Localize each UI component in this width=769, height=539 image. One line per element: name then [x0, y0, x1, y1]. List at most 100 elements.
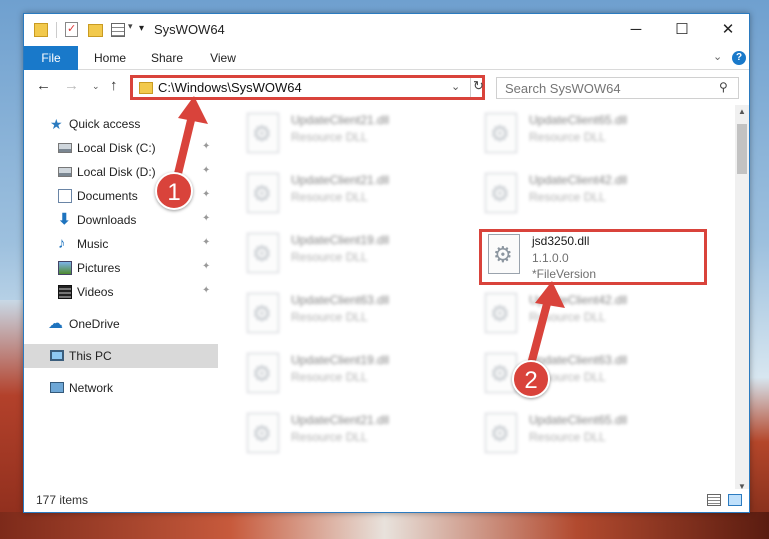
file-list: ⚙ UpdateClient21.dll Resource DLL ⚙ Upda…: [219, 105, 735, 495]
forward-button[interactable]: →: [64, 77, 79, 94]
tab-share[interactable]: Share: [142, 46, 192, 70]
file-tile[interactable]: ⚙ UpdateClient42.dll Resource DLL: [479, 171, 709, 223]
maximize-button[interactable]: ☐: [659, 14, 705, 46]
file-type: Resource DLL: [529, 430, 606, 444]
customize-toolbar-icon[interactable]: ▾: [139, 23, 144, 39]
minimize-button[interactable]: ─: [613, 14, 659, 46]
sidebar-item-label: Music: [77, 237, 109, 251]
view-options-icon[interactable]: [111, 23, 125, 37]
sidebar-item-local-disk-c[interactable]: Local Disk (C:) ✦: [24, 136, 218, 160]
pin-icon[interactable]: ✦: [202, 237, 210, 248]
large-icons-view-icon[interactable]: [728, 494, 742, 506]
search-input[interactable]: [505, 81, 705, 96]
gear-icon: ⚙: [490, 361, 510, 386]
file-tile[interactable]: ⚙ UpdateClient63.dll Resource DLL: [241, 291, 471, 343]
file-tile[interactable]: ⚙ UpdateClient21.dll Resource DLL: [241, 411, 471, 463]
file-tile[interactable]: ⚙ UpdateClient21.dll Resource DLL: [241, 171, 471, 223]
file-name: UpdateClient21.dll: [291, 113, 390, 127]
dll-file-icon: ⚙: [247, 233, 279, 273]
file-tile[interactable]: ⚙ UpdateClient19.dll Resource DLL: [241, 231, 471, 283]
gear-icon: ⚙: [490, 421, 510, 446]
file-type: Resource DLL: [291, 190, 368, 204]
file-name: UpdateClient65.dll: [529, 413, 628, 427]
dll-file-icon: ⚙: [488, 234, 520, 274]
sidebar-item-label: Downloads: [77, 213, 137, 227]
file-type: Resource DLL: [291, 130, 368, 144]
tab-file[interactable]: File: [24, 46, 78, 70]
sidebar-item-label: Quick access: [69, 117, 141, 131]
network-icon: [50, 382, 64, 393]
back-button[interactable]: ←: [36, 77, 51, 94]
pin-icon[interactable]: ✦: [202, 213, 210, 224]
address-bar[interactable]: C:\Windows\SysWOW64 ⌄ ↻: [130, 75, 485, 100]
sidebar-item-downloads[interactable]: ⬇ Downloads ✦: [24, 208, 218, 232]
title-bar: ▾ ▾ SysWOW64 ─ ☐ ✕: [24, 14, 749, 46]
dll-file-icon: ⚙: [485, 293, 517, 333]
view-options-dropdown-icon[interactable]: ▾: [128, 21, 133, 37]
expand-ribbon-icon[interactable]: ⌄: [713, 50, 722, 63]
dll-file-icon: ⚙: [247, 173, 279, 213]
file-name: UpdateClient19.dll: [291, 353, 390, 367]
computer-icon: [50, 350, 64, 361]
up-button[interactable]: ↑: [110, 77, 118, 94]
step-1-badge: 1: [155, 172, 193, 210]
refresh-icon[interactable]: ↻: [470, 78, 484, 97]
sidebar-item-this-pc[interactable]: This PC: [24, 344, 218, 368]
file-type: Resource DLL: [529, 310, 606, 324]
dll-file-icon: ⚙: [485, 413, 517, 453]
properties-icon[interactable]: [65, 22, 78, 37]
address-dropdown-icon[interactable]: ⌄: [451, 80, 460, 93]
sidebar-item-music[interactable]: ♪ Music ✦: [24, 232, 218, 256]
close-button[interactable]: ✕: [705, 14, 751, 46]
folder-icon: [34, 23, 48, 37]
pin-icon[interactable]: ✦: [202, 189, 210, 200]
file-tile[interactable]: ⚙ UpdateClient42.dll Resource DLL: [479, 291, 709, 343]
file-tile-jsd3250-dll[interactable]: ⚙ jsd3250.dll 1.1.0.0 *FileVersion: [479, 229, 707, 285]
details-view-icon[interactable]: [707, 494, 721, 506]
sidebar-item-quick-access[interactable]: ★ Quick access: [24, 112, 218, 136]
new-folder-icon[interactable]: [88, 24, 103, 37]
sidebar-item-pictures[interactable]: Pictures ✦: [24, 256, 218, 280]
pin-icon[interactable]: ✦: [202, 261, 210, 272]
pin-icon[interactable]: ✦: [202, 141, 210, 152]
recent-locations-button[interactable]: ⌄: [92, 81, 100, 92]
dll-file-icon: ⚙: [247, 413, 279, 453]
disk-icon: [58, 143, 72, 153]
file-tile[interactable]: ⚙ UpdateClient19.dll Resource DLL: [241, 351, 471, 403]
gear-icon: ⚙: [490, 301, 510, 326]
address-path[interactable]: C:\Windows\SysWOW64: [158, 80, 302, 95]
file-explorer-window: ▾ ▾ SysWOW64 ─ ☐ ✕ File Home Share View …: [23, 13, 750, 513]
gear-icon: ⚙: [252, 241, 272, 266]
search-box[interactable]: ⚲: [496, 77, 739, 99]
gear-icon: ⚙: [252, 361, 272, 386]
sidebar-item-label: Local Disk (C:): [77, 141, 156, 155]
file-description: *FileVersion: [532, 267, 597, 281]
item-count: 177 items: [36, 493, 89, 507]
file-name: UpdateClient42.dll: [529, 173, 628, 187]
sidebar-item-onedrive[interactable]: ☁ OneDrive: [24, 312, 218, 336]
tab-view[interactable]: View: [199, 46, 247, 70]
dll-file-icon: ⚙: [485, 113, 517, 153]
sidebar-item-label: Pictures: [77, 261, 121, 275]
file-tile[interactable]: ⚙ UpdateClient21.dll Resource DLL: [241, 111, 471, 163]
sidebar-item-videos[interactable]: Videos ✦: [24, 280, 218, 304]
file-version: 1.1.0.0: [532, 251, 569, 265]
sidebar-item-label: Videos: [77, 285, 114, 299]
sidebar-item-label: Local Disk (D:): [77, 165, 156, 179]
scroll-up-icon[interactable]: ▲: [738, 107, 746, 116]
file-tile[interactable]: ⚙ UpdateClient65.dll Resource DLL: [479, 111, 709, 163]
vertical-scrollbar[interactable]: ▲ ▼: [735, 105, 749, 495]
help-icon[interactable]: ?: [732, 51, 746, 65]
toolbar-separator: [56, 22, 57, 38]
tab-home[interactable]: Home: [82, 46, 138, 70]
file-tile[interactable]: ⚙ UpdateClient65.dll Resource DLL: [479, 411, 709, 463]
step-2-badge: 2: [512, 360, 550, 398]
pin-icon[interactable]: ✦: [202, 165, 210, 176]
pin-icon[interactable]: ✦: [202, 285, 210, 296]
gear-icon: ⚙: [493, 242, 513, 267]
sidebar-item-network[interactable]: Network: [24, 376, 218, 400]
gear-icon: ⚙: [252, 121, 272, 146]
file-type: Resource DLL: [291, 370, 368, 384]
search-icon[interactable]: ⚲: [719, 80, 728, 94]
scroll-thumb[interactable]: [737, 124, 747, 174]
